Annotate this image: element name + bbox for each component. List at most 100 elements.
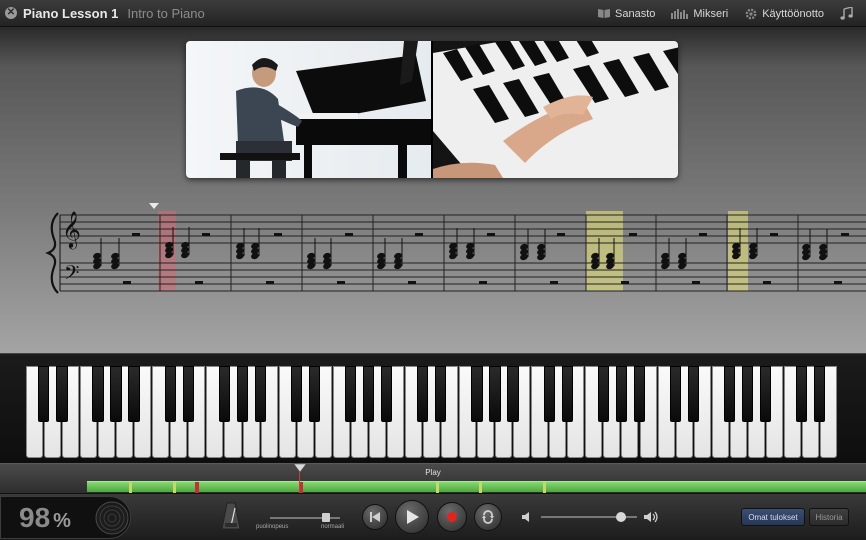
black-key[interactable] [164,366,176,422]
black-key[interactable] [435,366,447,422]
tempo-normal-label: normaali [320,524,344,530]
gear-icon [745,8,757,19]
rest-mark [202,233,210,236]
black-key[interactable] [38,366,50,422]
score-display: 98% [0,496,131,539]
black-key[interactable] [597,366,609,422]
timeline-marker [479,482,482,493]
bass-clef-icon: 𝄢 [64,261,79,289]
rest-mark [487,233,495,236]
rest-mark [345,233,353,236]
black-key[interactable] [489,366,501,422]
black-key[interactable] [633,366,645,422]
lesson-title: Piano Lesson 1 [23,5,119,21]
black-key[interactable] [687,366,700,422]
transport-bar: 98% puolinopeus normaali Omat tulokset H… [0,493,866,540]
rest-mark [834,281,842,284]
rest-mark [415,233,423,236]
volume-low-icon [522,512,529,522]
black-key[interactable] [363,366,375,422]
timeline-marker [543,482,546,493]
setup-label: Käyttöönotto [762,7,824,20]
black-key[interactable] [561,366,573,422]
metronome-icon[interactable] [221,502,241,530]
beat-highlight [586,211,623,291]
music-note-icon [840,7,853,20]
chord [449,228,458,260]
rest-mark [557,233,565,236]
my-results-button[interactable]: Omat tulokset [741,508,805,526]
black-key[interactable] [507,366,519,422]
history-button[interactable]: Historia [809,508,849,526]
black-key[interactable] [381,366,393,422]
black-key[interactable] [669,366,681,422]
black-key[interactable] [615,366,627,422]
top-navigation: Sanasto Mikseri Käyttöönotto [581,0,858,27]
position-marker-icon [149,203,159,209]
rest-mark [770,233,778,236]
music-staff: 𝄞 𝄢 [45,203,866,294]
skip-back-icon [370,512,380,522]
black-key[interactable] [742,366,754,422]
black-key[interactable] [92,366,104,422]
chord [251,228,260,260]
mixer-icon [671,9,689,19]
volume-slider-thumb[interactable] [615,512,626,522]
play-button[interactable] [395,500,429,534]
timeline-progress-track[interactable] [87,481,866,493]
grand-staff-brace [45,212,59,294]
black-key[interactable] [723,366,736,422]
chord [749,228,758,260]
black-key[interactable] [796,366,808,422]
music-menu-button[interactable] [840,7,858,20]
loop-icon [482,510,494,524]
black-key[interactable] [471,366,483,422]
chord [537,229,546,261]
title-bar: ✕ Piano Lesson 1 Intro to Piano Sanasto … [0,0,866,27]
black-key[interactable] [254,366,266,422]
lesson-subtitle: Intro to Piano [127,5,205,21]
black-key[interactable] [128,366,140,422]
volume-slider[interactable] [521,508,661,526]
black-key[interactable] [814,366,826,422]
black-key[interactable] [760,366,772,422]
black-key[interactable] [110,366,122,422]
rest-mark [841,233,849,236]
black-key[interactable] [182,366,194,422]
black-key[interactable] [236,366,248,422]
black-key[interactable] [417,366,429,422]
record-button[interactable] [437,502,467,532]
chord [520,229,529,261]
score-value: 98% [19,502,71,533]
lesson-timeline[interactable]: Play [0,463,866,494]
close-icon[interactable]: ✕ [5,7,17,19]
black-key[interactable] [345,366,357,422]
loop-button[interactable] [474,503,502,531]
setup-button[interactable]: Käyttöönotto [744,7,824,21]
glossary-label: Sanasto [615,7,656,20]
tempo-slider-thumb[interactable] [322,513,330,522]
accuracy-target-icon [95,501,129,535]
glossary-button[interactable]: Sanasto [597,8,655,20]
rest-mark [763,281,771,284]
tempo-slider[interactable]: puolinopeus normaali [256,506,352,532]
black-key[interactable] [56,366,68,422]
rest-mark [408,281,416,284]
rest-mark [479,281,487,284]
timeline-marker [173,482,176,493]
rest-mark [266,281,274,284]
black-key[interactable] [290,366,303,422]
timeline-error-marker [300,482,303,493]
black-key[interactable] [308,366,321,422]
treble-clef-icon: 𝄞 [62,210,81,249]
black-key[interactable] [543,366,555,422]
chord [236,228,245,260]
mixer-button[interactable]: Mikseri [671,8,728,20]
playhead-icon[interactable] [294,464,306,472]
black-key[interactable] [218,366,230,422]
rest-mark [550,281,558,284]
rest-mark [629,233,637,236]
go-to-start-button[interactable] [362,504,388,530]
rest-mark [274,233,282,236]
rest-mark [123,281,131,284]
